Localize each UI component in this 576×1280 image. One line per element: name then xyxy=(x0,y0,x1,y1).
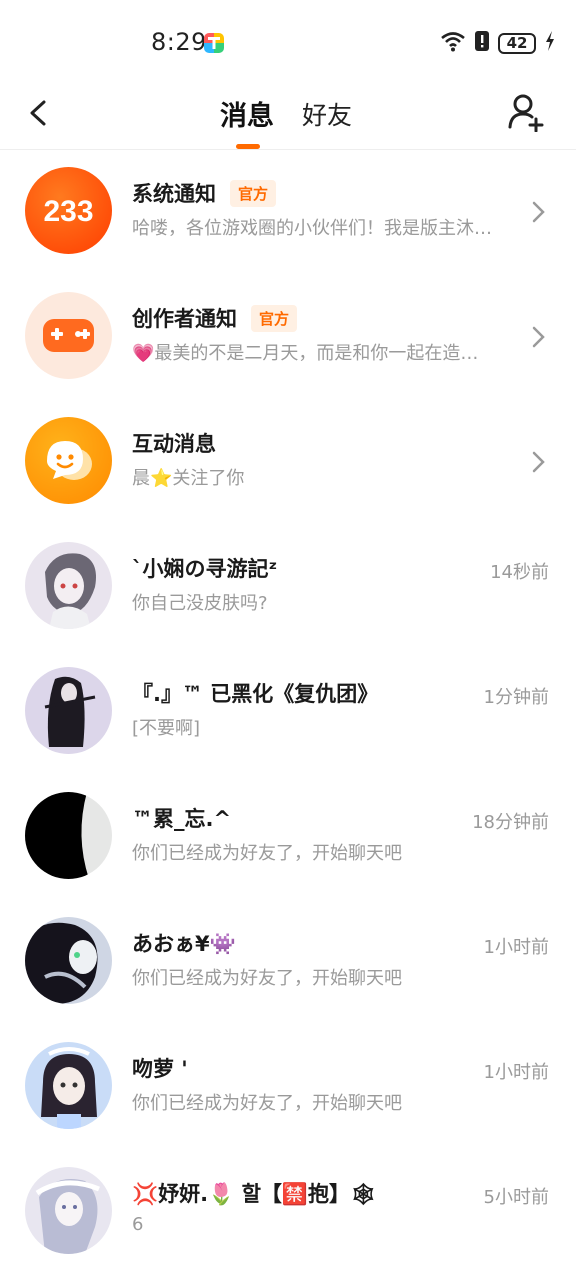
chevron-right-icon xyxy=(530,450,548,474)
conversation-time: 14秒前 xyxy=(490,562,549,583)
user-avatar xyxy=(25,667,112,754)
tab-friends[interactable]: 好友 xyxy=(302,96,352,132)
battery-icon: 42 xyxy=(498,32,536,54)
chevron-right-icon xyxy=(530,200,548,224)
conversation-user[interactable]: 💢妤妍.🌷 할【🈲抱】🕸 6 5小时前 xyxy=(0,1150,576,1275)
conversation-preview: 💗最美的不是二月天，而是和你一起在造… xyxy=(132,343,479,364)
conversation-title: 互动消息 xyxy=(132,432,216,456)
conversation-title: ™累_忘.^ xyxy=(132,807,232,831)
conversation-list: 233 系统通知 官方 哈喽，各位游戏圈的小伙伴们！我是版主沐… 创作者通知 官 xyxy=(0,150,576,1275)
avatar-text-233: 233 xyxy=(43,195,93,228)
chevron-right-icon xyxy=(530,325,548,349)
conversation-preview: 你们已经成为好友了，开始聊天吧 xyxy=(132,843,402,864)
conversation-time: 1小时前 xyxy=(483,937,549,958)
conversation-title: 吻萝 ' xyxy=(132,1057,188,1081)
status-time: 8:29 xyxy=(151,28,207,56)
conversation-user[interactable]: 『.』™ 已黑化《复仇团》 [不要啊] 1分钟前 xyxy=(0,650,576,775)
app-notification-icon xyxy=(204,33,224,53)
user-avatar xyxy=(25,792,112,879)
conversation-preview: 你们已经成为好友了，开始聊天吧 xyxy=(132,968,402,989)
official-badge: 官方 xyxy=(230,179,277,207)
conversation-user[interactable]: `小娴の寻游記ᶻ 你自己没皮肤吗? 14秒前 xyxy=(0,525,576,650)
user-avatar xyxy=(25,542,112,629)
system-notice-avatar: 233 xyxy=(25,167,112,254)
user-avatar xyxy=(25,917,112,1004)
conversation-title: あおぁ¥👾 xyxy=(132,932,236,956)
user-avatar xyxy=(25,1042,112,1129)
add-friend-icon[interactable] xyxy=(506,92,546,133)
conversation-time: 5小时前 xyxy=(483,1187,549,1208)
wifi-icon xyxy=(440,30,466,56)
chat-bubble-icon xyxy=(47,441,92,480)
conversation-interaction-messages[interactable]: 互动消息 晨⭐关注了你 xyxy=(0,400,576,525)
conversation-preview: 你自己没皮肤吗? xyxy=(132,593,268,614)
conversation-creator-notice[interactable]: 创作者通知 官方 💗最美的不是二月天，而是和你一起在造… xyxy=(0,275,576,400)
conversation-preview: 晨⭐关注了你 xyxy=(132,468,245,489)
conversation-preview: 你们已经成为好友了，开始聊天吧 xyxy=(132,1093,402,1114)
user-avatar xyxy=(25,1167,112,1254)
gamepad-icon xyxy=(43,319,94,352)
conversation-user[interactable]: 吻萝 ' 你们已经成为好友了，开始聊天吧 1小时前 xyxy=(0,1025,576,1150)
official-badge: 官方 xyxy=(251,304,298,332)
back-arrow-icon[interactable] xyxy=(22,96,56,130)
conversation-title: 创作者通知 xyxy=(132,307,237,331)
conversation-title: 『.』™ 已黑化《复仇团》 xyxy=(132,682,379,706)
conversation-preview: 6 xyxy=(132,1214,144,1235)
conversation-time: 1分钟前 xyxy=(483,687,549,708)
conversation-time: 1小时前 xyxy=(483,1062,549,1083)
conversation-system-notice[interactable]: 233 系统通知 官方 哈喽，各位游戏圈的小伙伴们！我是版主沐… xyxy=(0,150,576,275)
conversation-title: 系统通知 xyxy=(132,182,216,206)
conversation-user[interactable]: あおぁ¥👾 你们已经成为好友了，开始聊天吧 1小时前 xyxy=(0,900,576,1025)
conversation-title: `小娴の寻游記ᶻ xyxy=(132,557,278,581)
conversation-user[interactable]: ™累_忘.^ 你们已经成为好友了，开始聊天吧 18分钟前 xyxy=(0,775,576,900)
active-tab-indicator xyxy=(236,144,260,149)
conversation-title: 💢妤妍.🌷 할【🈲抱】🕸 xyxy=(132,1182,377,1206)
charging-icon xyxy=(544,30,556,56)
conversation-time: 18分钟前 xyxy=(472,812,549,833)
nav-bar: 消息 好友 xyxy=(0,86,576,150)
status-bar: 8:29 42 xyxy=(0,0,576,86)
conversation-preview: 哈喽，各位游戏圈的小伙伴们！我是版主沐… xyxy=(132,218,492,239)
conversation-preview: [不要啊] xyxy=(132,718,201,739)
interaction-avatar xyxy=(25,417,112,504)
alert-icon xyxy=(474,30,490,56)
tab-messages[interactable]: 消息 xyxy=(220,94,274,133)
creator-notice-avatar xyxy=(25,292,112,379)
